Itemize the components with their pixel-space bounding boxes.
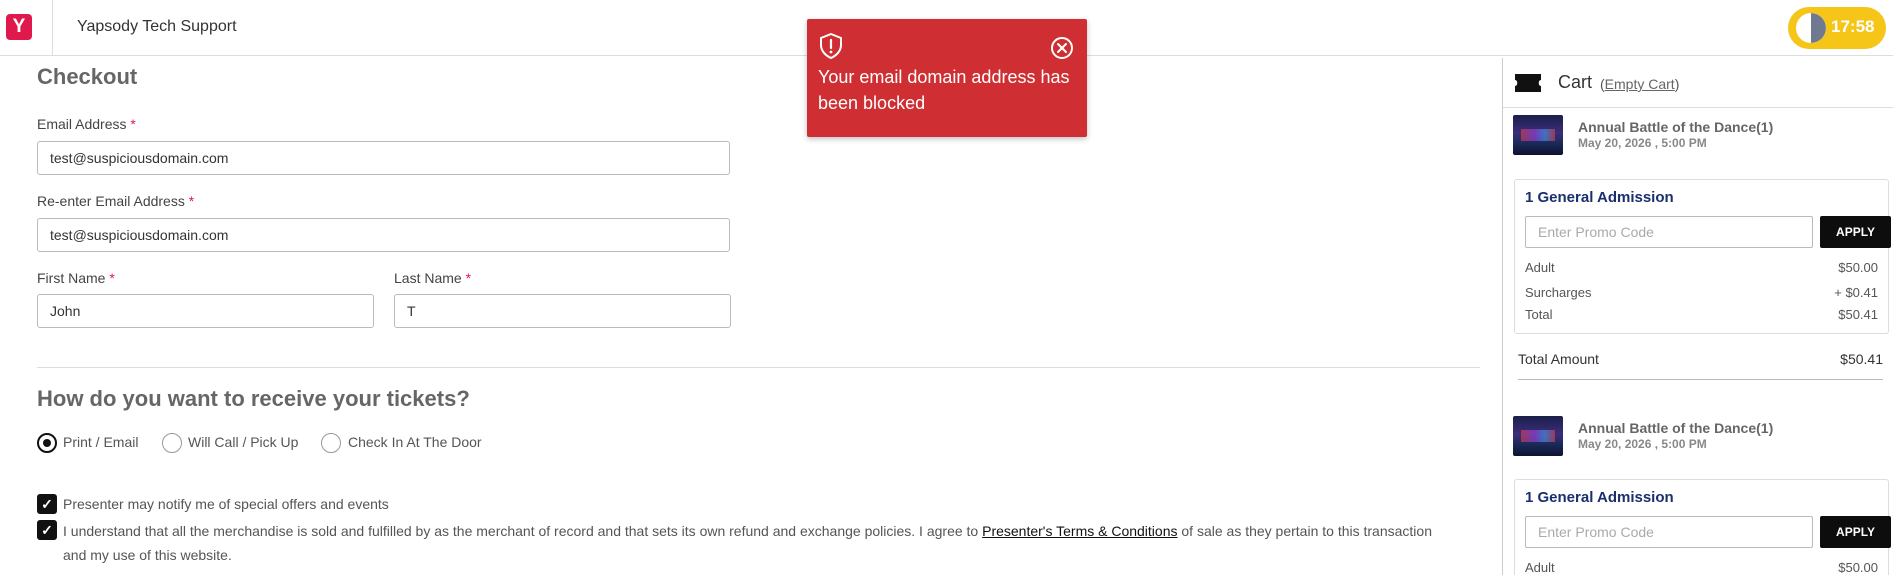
- promo-code-input[interactable]: Enter Promo Code: [1525, 216, 1813, 248]
- last-name-field[interactable]: T: [394, 294, 731, 328]
- shield-alert-icon: [820, 33, 842, 59]
- cart-panel: Cart (Empty Cart) Annual Battle of the D…: [1502, 58, 1893, 575]
- radio-check-in-door[interactable]: [321, 433, 341, 453]
- email-label: Email Address *: [37, 116, 136, 132]
- ticket-title: 1 General Admission: [1525, 489, 1674, 506]
- radio-print-email[interactable]: [37, 433, 57, 453]
- radio-check-in-door-label[interactable]: Check In At The Door: [348, 434, 482, 450]
- cart-divider: [1518, 379, 1883, 380]
- price-row-label: Adult: [1525, 560, 1555, 575]
- event-date: May 20, 2026 , 5:00 PM: [1578, 136, 1707, 150]
- apply-button[interactable]: APPLY: [1820, 216, 1891, 248]
- first-name-field[interactable]: John: [37, 294, 374, 328]
- ticket-box: 1 General Admission Enter Promo Code APP…: [1514, 479, 1891, 575]
- email-field[interactable]: test@suspiciousdomain.com: [37, 141, 730, 175]
- ticket-box: 1 General Admission Enter Promo Code APP…: [1514, 179, 1891, 334]
- ticket-icon: [1515, 74, 1541, 92]
- price-row-label: Total: [1525, 307, 1553, 322]
- event-name: Annual Battle of the Dance(1): [1578, 420, 1774, 436]
- last-name-label: Last Name *: [394, 270, 472, 286]
- empty-cart: (Empty Cart): [1600, 76, 1680, 92]
- delivery-title: How do you want to receive your tickets?: [37, 386, 470, 411]
- terms-checkbox[interactable]: ✓: [37, 520, 57, 540]
- promo-code-input[interactable]: Enter Promo Code: [1525, 516, 1813, 548]
- radio-will-call[interactable]: [162, 433, 182, 453]
- page-title: Checkout: [37, 64, 138, 89]
- required-mark: *: [130, 116, 136, 132]
- notify-checkbox[interactable]: ✓: [37, 494, 57, 514]
- price-row-value: $50.00: [1838, 260, 1878, 275]
- total-amount-value: $50.41: [1840, 351, 1883, 367]
- timer-dial-icon: [1796, 13, 1826, 43]
- terms-text: I understand that all the merchandise is…: [63, 519, 1443, 567]
- first-name-label: First Name *: [37, 270, 115, 286]
- section-divider: [37, 367, 1480, 368]
- event-thumbnail: [1513, 115, 1563, 155]
- error-toast: Your email domain address has been block…: [807, 19, 1087, 137]
- site-title[interactable]: Yapsody Tech Support: [77, 18, 237, 36]
- price-row-label: Adult: [1525, 260, 1555, 275]
- cart-title: Cart: [1558, 72, 1593, 92]
- radio-will-call-label[interactable]: Will Call / Pick Up: [188, 434, 298, 450]
- brand-logo[interactable]: Y: [6, 14, 32, 40]
- price-row-label: Surcharges: [1525, 285, 1592, 300]
- event-name: Annual Battle of the Dance(1): [1578, 119, 1774, 135]
- price-row-value: + $0.41: [1834, 285, 1878, 300]
- radio-print-email-label[interactable]: Print / Email: [63, 434, 138, 450]
- terms-prefix: I understand that all the merchandise is…: [63, 523, 983, 539]
- price-row-value: $50.00: [1838, 560, 1878, 575]
- reemail-field[interactable]: test@suspiciousdomain.com: [37, 218, 730, 252]
- required-mark: *: [465, 270, 472, 286]
- ticket-title: 1 General Admission: [1525, 189, 1674, 206]
- reemail-label: Re-enter Email Address *: [37, 193, 195, 209]
- close-icon[interactable]: [1050, 36, 1074, 60]
- required-mark: *: [109, 270, 115, 286]
- event-thumbnail: [1513, 416, 1563, 456]
- terms-link[interactable]: Presenter's Terms & Conditions: [982, 523, 1177, 539]
- cart-header: Cart (Empty Cart): [1503, 58, 1893, 108]
- notify-label: Presenter may notify me of special offer…: [63, 496, 389, 512]
- session-timer: 17:58: [1788, 7, 1886, 49]
- required-mark: *: [188, 193, 195, 209]
- event-date: May 20, 2026 , 5:00 PM: [1578, 437, 1707, 451]
- total-amount-label: Total Amount: [1518, 351, 1599, 367]
- toast-message: Your email domain address has been block…: [818, 67, 1070, 113]
- timer-text: 17:58: [1831, 17, 1875, 36]
- empty-cart-link[interactable]: Empty Cart: [1605, 76, 1675, 92]
- apply-button[interactable]: APPLY: [1820, 516, 1891, 548]
- header-divider: [52, 0, 53, 56]
- price-row-value: $50.41: [1838, 307, 1878, 322]
